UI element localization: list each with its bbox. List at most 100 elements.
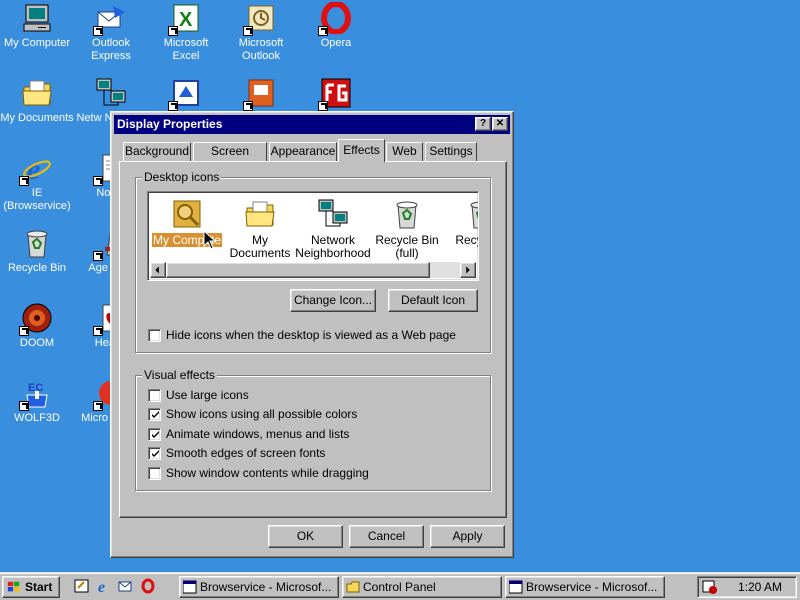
arrow-left-icon	[155, 266, 159, 274]
clock[interactable]: 1:20 AM	[738, 580, 782, 594]
excel-icon: X	[168, 2, 202, 36]
shortcut-arrow-icon	[318, 26, 328, 36]
task-label: Control Panel	[363, 580, 436, 594]
tab-effects[interactable]: Effects	[338, 139, 385, 162]
doom-icon	[19, 302, 53, 336]
desktop-icons-list[interactable]: My Compute My Documents Network Neighbor…	[147, 191, 479, 281]
checkbox-box[interactable]	[148, 329, 161, 342]
desktop-icon-opera[interactable]: Opera	[299, 2, 373, 50]
dialog-title: Display Properties	[117, 117, 223, 131]
desktop-icon-wolf3d[interactable]: EC WOLF3D	[0, 377, 74, 425]
svg-text:X: X	[179, 9, 193, 31]
checkbox-box[interactable]	[148, 467, 161, 480]
shortcut-arrow-icon	[93, 326, 103, 336]
desktop-icon-blue-app[interactable]	[149, 77, 223, 112]
powerpoint-icon	[243, 77, 277, 111]
desktop-icon-microsoft-excel[interactable]: X Microsoft Excel	[149, 2, 223, 63]
scroll-right-button[interactable]	[460, 262, 476, 278]
browser-window-icon	[183, 580, 197, 594]
checkmark-icon	[152, 431, 159, 438]
fg-app-icon	[318, 77, 352, 111]
display-properties-dialog: Display Properties ? ✕ Background Screen…	[110, 111, 514, 558]
list-item-my-documents[interactable]: My Documents	[221, 198, 299, 260]
task-label: Browservice - Microsof...	[526, 580, 658, 594]
system-tray: 1:20 AM	[697, 576, 797, 598]
shortcut-arrow-icon	[19, 326, 29, 336]
arrow-right-icon	[466, 266, 470, 274]
computer-icon	[21, 2, 53, 34]
desktop-icon-fg-app[interactable]	[299, 77, 373, 112]
desktop-icon-label: Microsoft Excel	[163, 37, 209, 62]
wolf3d-icon: EC	[19, 377, 53, 411]
checkbox-box[interactable]	[148, 389, 161, 402]
checkbox-label: Smooth edges of screen fonts	[166, 446, 326, 460]
outlook-icon	[243, 2, 277, 36]
apply-button[interactable]: Apply	[430, 525, 505, 548]
tab-appearance[interactable]: Appearance	[269, 142, 337, 161]
task-browservice-1[interactable]: Browservice - Microsof...	[179, 576, 339, 598]
start-button[interactable]: Start	[2, 576, 60, 598]
list-item-recycle-bin-full[interactable]: Recycle Bin (full)	[368, 198, 446, 260]
taskbar: Start e Browservice - Microsof... Contro…	[0, 572, 800, 600]
task-label: Browservice - Microsof...	[200, 580, 332, 594]
scroll-left-button[interactable]	[150, 262, 166, 278]
internet-explorer-icon[interactable]: e	[96, 578, 112, 594]
desktop-icon-powerpoint[interactable]	[224, 77, 298, 112]
tab-screen-saver[interactable]: Screen Saver	[193, 142, 267, 175]
change-icon-button[interactable]: Change Icon...	[290, 289, 376, 312]
title-bar[interactable]: Display Properties ? ✕	[114, 115, 510, 134]
desktop-icon-label: My Computer	[3, 37, 71, 49]
shortcut-arrow-icon	[243, 26, 253, 36]
shortcut-arrow-icon	[93, 176, 103, 186]
shortcut-arrow-icon	[93, 251, 103, 261]
horizontal-scrollbar[interactable]	[150, 262, 476, 278]
scroll-thumb[interactable]	[166, 262, 430, 278]
checkbox-label: Use large icons	[166, 388, 249, 402]
opera-icon[interactable]	[140, 578, 156, 594]
desktop-icon-label: My Documents	[0, 112, 74, 124]
list-item-label: Recy (em	[455, 233, 478, 247]
desktop-icon-microsoft-outlook[interactable]: Microsoft Outlook	[224, 2, 298, 63]
desktop-icon-label: IE (Browservice)	[3, 187, 71, 212]
tab-settings[interactable]: Settings	[425, 142, 477, 161]
recycle-bin-full-icon	[391, 198, 423, 230]
checkbox-label: Show icons using all possible colors	[166, 407, 358, 421]
control-panel-icon	[346, 581, 360, 593]
tab-web[interactable]: Web	[386, 142, 423, 161]
checkbox-box[interactable]	[148, 408, 161, 421]
internet-explorer-icon: e	[19, 152, 53, 186]
desktop-icon-my-documents[interactable]: My Documents	[0, 77, 74, 125]
group-label: Desktop icons	[142, 170, 222, 184]
shortcut-arrow-icon	[19, 176, 29, 186]
desktop-icon-recycle-bin[interactable]: Recycle Bin	[0, 227, 74, 275]
task-control-panel[interactable]: Control Panel	[342, 576, 502, 598]
checkbox-label: Hide icons when the desktop is viewed as…	[166, 328, 456, 342]
close-button[interactable]: ✕	[492, 117, 508, 131]
desktop-icon-doom[interactable]: DOOM	[0, 302, 74, 350]
help-button[interactable]: ?	[475, 117, 491, 131]
network-icon	[95, 77, 127, 109]
group-label: Visual effects	[142, 368, 217, 382]
desktop-icon-ie[interactable]: e IE (Browservice)	[0, 152, 74, 213]
list-item-label: My Documents	[229, 233, 291, 260]
default-icon-button[interactable]: Default Icon	[388, 289, 478, 312]
scheduler-icon[interactable]	[702, 579, 718, 595]
tab-background[interactable]: Background	[123, 142, 191, 161]
desktop-icon-my-computer[interactable]: My Computer	[0, 2, 74, 50]
list-item-network-neighborhood[interactable]: Network Neighborhood	[294, 198, 372, 260]
show-desktop-icon[interactable]	[74, 578, 90, 594]
mouse-cursor-icon	[203, 230, 217, 250]
desktop-icon-outlook-express[interactable]: Outlook Express	[74, 2, 148, 63]
desktop-icon-label: WOLF3D	[14, 412, 60, 424]
shortcut-arrow-icon	[318, 101, 328, 111]
cancel-button[interactable]: Cancel	[349, 525, 424, 548]
recycle-bin-empty-icon	[465, 198, 478, 230]
list-item-recycle-bin-empty[interactable]: Recy (em	[442, 198, 478, 247]
ok-button[interactable]: OK	[268, 525, 343, 548]
outlook-express-icon[interactable]	[118, 578, 134, 594]
checkbox-label: Show window contents while dragging	[166, 466, 369, 480]
checkbox-box[interactable]	[148, 447, 161, 460]
task-browservice-2[interactable]: Browservice - Microsof...	[505, 576, 665, 598]
shortcut-arrow-icon	[168, 101, 178, 111]
checkbox-box[interactable]	[148, 428, 161, 441]
